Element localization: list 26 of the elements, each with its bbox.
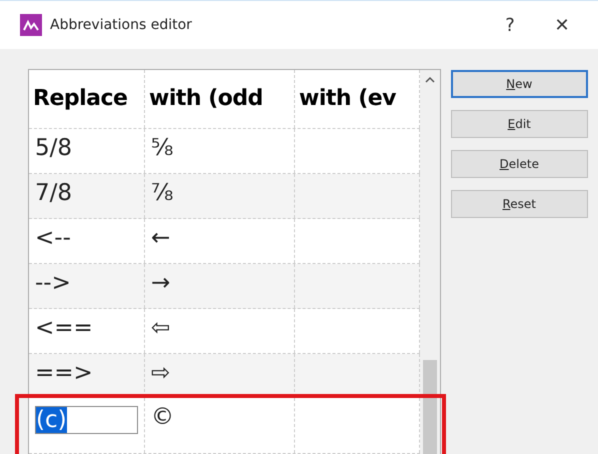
table-cell: <-- [29, 219, 145, 263]
app-logo-icon [20, 14, 42, 36]
column-header[interactable]: Replace [29, 70, 145, 128]
scroll-up-icon[interactable] [424, 76, 434, 84]
table-cell: → [145, 264, 295, 308]
table-cell: ⅞ [145, 174, 295, 218]
table-cell: ⇨ [145, 354, 295, 398]
table-cell: 7/8 [29, 174, 145, 218]
table-cell: <== [29, 308, 145, 353]
table-cell: --> [29, 264, 145, 308]
table-cell: ⇦ [145, 308, 295, 353]
dialog-button[interactable]: Edit [450, 110, 588, 138]
dialog-button[interactable]: Delete [450, 150, 588, 178]
table-cell: ⅝ [145, 129, 295, 174]
window-title: Abbreviations editor [50, 17, 193, 33]
table-cell: ← [145, 219, 295, 263]
scrollbar[interactable] [420, 70, 440, 454]
dialog-button[interactable]: New [450, 70, 588, 98]
help-button[interactable]: ? [488, 14, 532, 36]
edit-field[interactable]: (c) [35, 406, 138, 434]
scrollbar-thumb[interactable] [422, 360, 436, 454]
dialog-button[interactable]: Reset [450, 190, 588, 218]
table-cell: ==> [29, 354, 145, 398]
table-cell: 5/8 [29, 129, 145, 174]
column-header[interactable]: with (odd [145, 70, 295, 128]
close-button[interactable]: ✕ [540, 14, 584, 36]
